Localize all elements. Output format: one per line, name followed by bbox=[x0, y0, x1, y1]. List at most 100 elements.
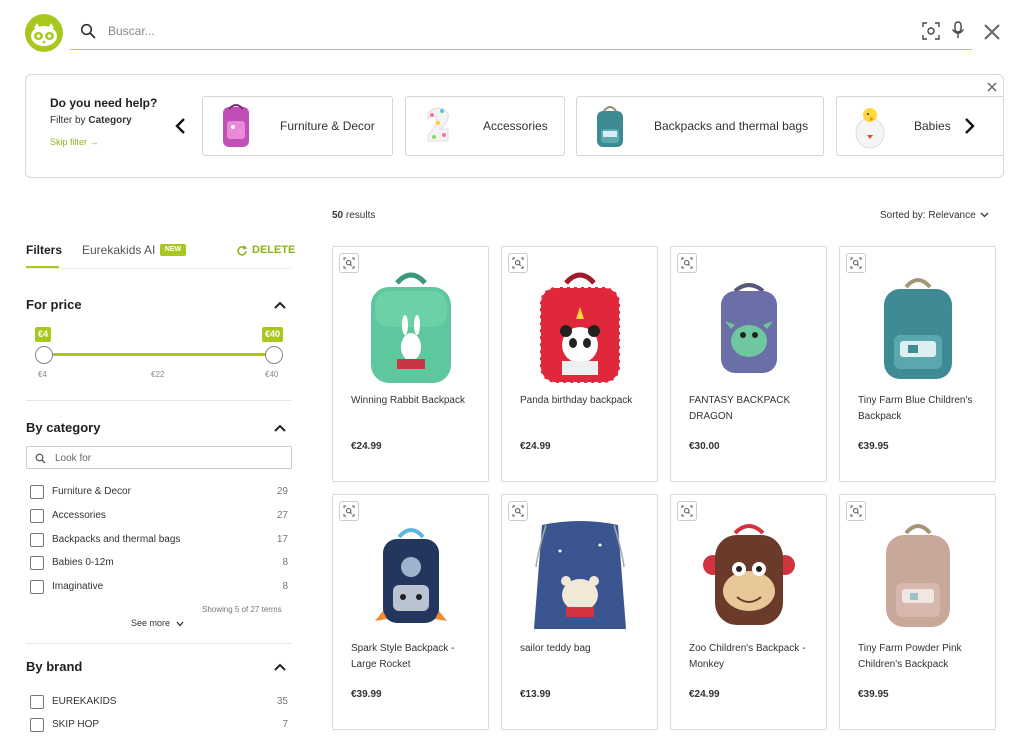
category-search-field bbox=[26, 446, 292, 469]
facet-label: EUREKAKIDS bbox=[52, 696, 117, 707]
see-more-button[interactable]: See more bbox=[131, 618, 184, 628]
checkbox[interactable] bbox=[30, 533, 44, 547]
blue-farm-backpack-image bbox=[884, 278, 952, 379]
category-card-accessories[interactable]: Accessories bbox=[405, 96, 565, 156]
category-filter-babies[interactable]: Babies 0-12m 8 bbox=[30, 556, 292, 570]
teal-backpack-thumbnail bbox=[597, 106, 623, 147]
checkbox[interactable] bbox=[30, 695, 44, 709]
product-card[interactable]: sailor teddy bag €13.99 bbox=[501, 494, 658, 730]
checkbox[interactable] bbox=[30, 718, 44, 732]
product-card[interactable]: Spark Style Backpack - Large Rocket €39.… bbox=[332, 494, 489, 730]
skip-filter-link[interactable]: Skip filter → bbox=[50, 137, 99, 147]
facet-count: 27 bbox=[276, 510, 288, 521]
facet-label: Accessories bbox=[52, 510, 106, 521]
facet-label: Backpacks and thermal bags bbox=[52, 534, 181, 545]
category-filter-banner: Do you need help? Filter by Category Ski… bbox=[25, 74, 1004, 178]
product-price: €39.99 bbox=[351, 689, 382, 700]
category-filter-backpacks[interactable]: Backpacks and thermal bags 17 bbox=[30, 533, 292, 547]
product-card[interactable]: Tiny Farm Blue Children's Backpack €39.9… bbox=[839, 246, 996, 482]
tab-filters[interactable]: Filters bbox=[26, 243, 62, 257]
product-name: Winning Rabbit Backpack bbox=[351, 395, 465, 406]
chevron-up-icon[interactable] bbox=[273, 662, 287, 672]
tabs-divider bbox=[26, 268, 292, 269]
monkey-backpack-image bbox=[703, 524, 795, 625]
brand-filter-eurekakids[interactable]: EUREKAKIDS 35 bbox=[30, 695, 292, 709]
category-card-label: Accessories bbox=[483, 119, 548, 133]
price-section-title: For price bbox=[26, 297, 82, 312]
price-min-tag: €4 bbox=[35, 327, 52, 342]
search-input[interactable] bbox=[108, 20, 868, 42]
product-name: Tiny Farm Powder Pink Children's Backpac… bbox=[858, 643, 962, 670]
section-divider bbox=[26, 400, 292, 401]
teddy-bag-image bbox=[534, 521, 626, 629]
category-card-backpacks[interactable]: Backpacks and thermal bags bbox=[576, 96, 824, 156]
category-card-furniture[interactable]: Furniture & Decor bbox=[202, 96, 393, 156]
facet-count: 8 bbox=[282, 581, 288, 592]
product-name: Tiny Farm Blue Children's Backpack bbox=[858, 395, 973, 422]
rabbit-backpack-image bbox=[371, 272, 451, 383]
delete-filters-button[interactable]: DELETE bbox=[236, 244, 295, 256]
product-name: Zoo Children's Backpack - Monkey bbox=[689, 643, 806, 670]
facet-count: 35 bbox=[276, 696, 288, 707]
chevron-right-icon[interactable] bbox=[962, 117, 976, 135]
facet-label: Imaginative bbox=[52, 581, 104, 592]
price-slider-track[interactable] bbox=[44, 353, 274, 356]
panda-backpack-image bbox=[539, 272, 621, 384]
checkbox[interactable] bbox=[30, 580, 44, 594]
price-tick-label: €22 bbox=[151, 370, 165, 379]
category-card-label: Babies bbox=[914, 119, 951, 133]
number-candle-thumbnail bbox=[427, 107, 449, 142]
checkbox[interactable] bbox=[30, 509, 44, 523]
product-card[interactable]: Zoo Children's Backpack - Monkey €24.99 bbox=[670, 494, 827, 730]
close-icon[interactable] bbox=[982, 22, 1002, 42]
facet-count: 8 bbox=[282, 557, 288, 568]
facet-label: Furniture & Decor bbox=[52, 486, 131, 497]
pink-backpack-thumbnail bbox=[223, 104, 249, 147]
price-tick-label: €4 bbox=[38, 370, 47, 379]
dragon-backpack-image bbox=[721, 283, 777, 373]
mic-icon[interactable] bbox=[950, 21, 966, 39]
search-bar bbox=[70, 12, 972, 50]
chevron-up-icon[interactable] bbox=[273, 423, 287, 433]
checkbox[interactable] bbox=[30, 485, 44, 499]
price-tick-label: €40 bbox=[265, 370, 279, 379]
rocket-backpack-image bbox=[375, 528, 447, 623]
category-filter-accessories[interactable]: Accessories 27 bbox=[30, 509, 292, 523]
category-filter-imaginative[interactable]: Imaginative 8 bbox=[30, 580, 292, 594]
product-card[interactable]: Tiny Farm Powder Pink Children's Backpac… bbox=[839, 494, 996, 730]
showing-terms-text: Showing 5 of 27 terms bbox=[202, 605, 282, 614]
chevron-up-icon[interactable] bbox=[273, 300, 287, 310]
refresh-icon bbox=[237, 245, 248, 256]
price-slider-max-handle[interactable] bbox=[265, 346, 283, 364]
price-max-tag: €40 bbox=[262, 327, 284, 342]
tab-eurekakids-ai[interactable]: Eurekakids AI bbox=[82, 243, 155, 257]
facet-count: 17 bbox=[276, 534, 288, 545]
brand-filter-skip-hop[interactable]: SKIP HOP 7 bbox=[30, 718, 292, 732]
product-name: Panda birthday backpack bbox=[520, 395, 633, 406]
checkbox[interactable] bbox=[30, 556, 44, 570]
results-count: 50 results bbox=[332, 210, 376, 221]
product-card[interactable]: FANTASY BACKPACK DRAGON €30.00 bbox=[670, 246, 827, 482]
chevron-down-icon bbox=[980, 212, 989, 218]
facet-count: 29 bbox=[276, 486, 288, 497]
category-card-babies[interactable]: Babies bbox=[836, 96, 1003, 156]
visual-search-icon[interactable] bbox=[922, 22, 940, 40]
chevron-left-icon[interactable] bbox=[174, 117, 188, 135]
search-icon bbox=[80, 23, 96, 39]
category-filter-furniture[interactable]: Furniture & Decor 29 bbox=[30, 485, 292, 499]
product-price: €39.95 bbox=[858, 689, 889, 700]
pink-farm-backpack-image bbox=[886, 524, 950, 627]
product-price: €24.99 bbox=[351, 441, 382, 452]
product-name: Spark Style Backpack - Large Rocket bbox=[351, 643, 455, 670]
product-card[interactable]: Panda birthday backpack €24.99 bbox=[501, 246, 658, 482]
new-badge: NEW bbox=[160, 244, 186, 256]
category-search-input[interactable] bbox=[55, 450, 275, 466]
category-section-title: By category bbox=[26, 420, 101, 435]
price-slider-min-handle[interactable] bbox=[35, 346, 53, 364]
help-subtitle: Filter by Category bbox=[50, 115, 132, 126]
facet-count: 7 bbox=[282, 719, 288, 730]
close-icon[interactable] bbox=[986, 81, 998, 93]
product-card[interactable]: Winning Rabbit Backpack €24.99 bbox=[332, 246, 489, 482]
logo-icon[interactable] bbox=[25, 14, 63, 52]
sort-dropdown[interactable]: Sorted by: Relevance bbox=[880, 210, 989, 221]
